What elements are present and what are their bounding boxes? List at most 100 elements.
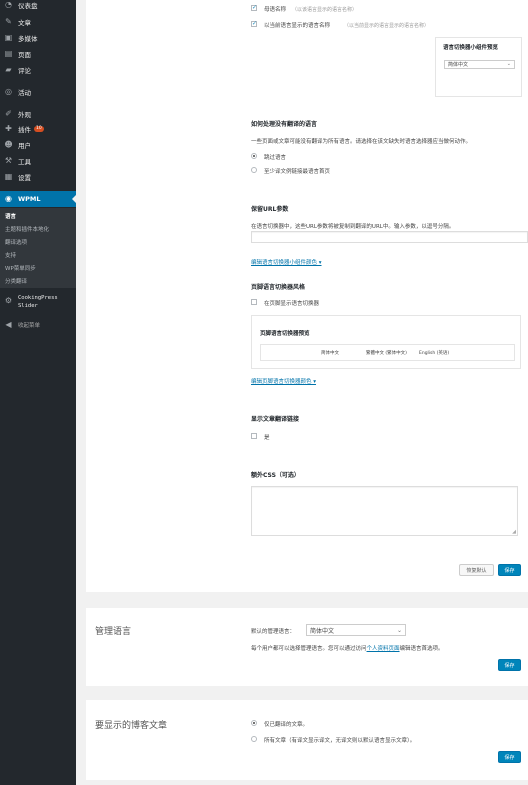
untranslated-description: 一些页面或文章可能没有翻译为所有语言。请选择在该文缺失时语言选择器应当做何动作。 bbox=[251, 139, 472, 145]
menu-plugins[interactable]: ✚ 插件 10 bbox=[0, 121, 76, 137]
menu-users[interactable]: ☻ 用户 bbox=[0, 137, 76, 153]
page-icon: ▤ bbox=[4, 49, 13, 58]
tools-icon: ⚒ bbox=[4, 156, 13, 165]
menu-appearance[interactable]: ✐ 外观 bbox=[0, 106, 76, 122]
save-button[interactable]: 保存 bbox=[498, 659, 521, 671]
save-button[interactable]: 保存 bbox=[498, 564, 521, 576]
widget-preview-title: 语言切换器小组件预览 bbox=[443, 45, 499, 51]
footer-switcher-checkbox[interactable] bbox=[251, 299, 257, 305]
wpml-submenu: 语言 主题和插件本地化 翻译选项 支持 WP菜单同步 分类翻译 bbox=[0, 208, 76, 288]
collapse-icon: ◀ bbox=[5, 320, 12, 329]
translated-only-label: 仅已翻译的文章。 bbox=[264, 722, 309, 728]
skip-language-radio[interactable] bbox=[251, 153, 257, 159]
language-switcher-options-panel: 母语名称 （以该语言显示的语言名称） 以当前语言显示的语言名称 （以当前显示的语… bbox=[86, 0, 528, 592]
menu-label: 插件 bbox=[18, 126, 31, 134]
menu-label: WPML bbox=[18, 195, 41, 203]
widget-language-select[interactable]: 简体中文 ⌄ bbox=[444, 60, 515, 69]
url-params-input[interactable] bbox=[251, 231, 528, 243]
skip-language-label: 跳过语言 bbox=[264, 155, 287, 161]
footer-preview-title: 页脚语言切换器预览 bbox=[260, 331, 310, 337]
resize-handle-icon[interactable]: ◢ bbox=[512, 529, 516, 535]
menu-wpml[interactable]: ◉ WPML bbox=[0, 191, 76, 207]
gear-icon: ⚙ bbox=[4, 295, 13, 305]
admin-language-panel: 管理语言 默认的管理语言： 简体中文 ⌄ 每个用户都可以选择管理语言。您可以通过… bbox=[86, 608, 528, 686]
translated-only-radio[interactable] bbox=[251, 720, 257, 726]
chevron-down-icon: ⌄ bbox=[506, 61, 511, 67]
post-links-checkbox[interactable] bbox=[251, 433, 257, 439]
menu-label: 多媒体 bbox=[18, 35, 38, 43]
display-name-label: 以当前语言显示的语言名称 bbox=[264, 23, 331, 29]
profile-page-link[interactable]: 个人资料页面 bbox=[367, 646, 400, 652]
url-params-description: 在语言切换器中，这些URL参数将被复制到翻译的URL中。输入参数，以逗号分隔。 bbox=[251, 224, 455, 230]
admin-language-label: 默认的管理语言： bbox=[251, 629, 296, 635]
native-name-hint: （以该语言显示的语言名称） bbox=[292, 7, 358, 13]
custom-css-section-title: 额外CSS（可选） bbox=[251, 472, 300, 479]
admin-language-select[interactable]: 简体中文 ⌄ bbox=[306, 624, 406, 636]
activity-icon: ◎ bbox=[5, 87, 12, 96]
footer-switcher-label: 在页脚显示语言切换器 bbox=[264, 301, 320, 307]
link-homepage-label: 至少译文例链接最语言首页 bbox=[264, 169, 331, 175]
untranslated-section-title: 如何处理没有翻译的语言 bbox=[251, 121, 318, 128]
display-name-checkbox[interactable] bbox=[251, 20, 257, 27]
menu-label: 活动 bbox=[18, 89, 31, 97]
settings-icon: ▦ bbox=[4, 172, 13, 181]
menu-label: 收起菜单 bbox=[18, 323, 41, 329]
pushpin-icon: ✎ bbox=[5, 17, 12, 26]
menu-comments[interactable]: ▰ 评论 bbox=[0, 62, 76, 78]
submenu-languages[interactable]: 语言 bbox=[5, 212, 16, 220]
blog-posts-heading: 要显示的博客文章 bbox=[95, 721, 168, 731]
menu-posts[interactable]: ✎ 文章 bbox=[0, 14, 76, 30]
footer-preview-box: 页脚语言切换器预览 简体中文 繁體中文 (繁体中文) English (英语) bbox=[251, 315, 521, 369]
edit-footer-colors-link[interactable]: 编辑页脚语言切换器颜色 ▾ bbox=[251, 377, 316, 385]
menu-label: 文章 bbox=[18, 19, 31, 27]
menu-label: 评论 bbox=[18, 67, 31, 75]
menu-label: 工具 bbox=[18, 158, 31, 166]
footer-lang-traditional[interactable]: 繁體中文 (繁体中文) bbox=[366, 350, 407, 356]
menu-label: 页面 bbox=[18, 51, 31, 59]
description-text: 编辑语言首选项。 bbox=[399, 646, 444, 652]
admin-language-description: 每个用户都可以选择管理语言。您可以通过访问个人资料页面编辑语言首选项。 bbox=[251, 644, 444, 652]
all-posts-radio[interactable] bbox=[251, 736, 257, 742]
save-button[interactable]: 保存 bbox=[498, 751, 521, 763]
menu-cookingpress-slider[interactable]: ⚙ CookingPress Slider bbox=[0, 294, 76, 316]
native-name-checkbox[interactable] bbox=[251, 4, 257, 11]
menu-settings[interactable]: ▦ 设置 bbox=[0, 169, 76, 185]
submenu-support[interactable]: 支持 bbox=[5, 251, 16, 259]
menu-tools[interactable]: ⚒ 工具 bbox=[0, 153, 76, 169]
comment-icon: ▰ bbox=[5, 65, 12, 74]
native-name-label: 母语名称 bbox=[264, 7, 287, 13]
menu-activity[interactable]: ◎ 活动 bbox=[0, 84, 76, 100]
current-menu-arrow bbox=[72, 195, 76, 203]
edit-widget-colors-link[interactable]: 编辑语言切换器小组件颜色 ▾ bbox=[251, 258, 322, 266]
footer-lang-simplified[interactable]: 简体中文 bbox=[321, 350, 339, 356]
dashboard-icon: ◔ bbox=[5, 0, 12, 9]
display-name-hint: （以当前显示的语言显示的语言名称） bbox=[344, 23, 430, 29]
submenu-taxonomy-translation[interactable]: 分类翻译 bbox=[5, 277, 27, 285]
submenu-theme-plugin-localization[interactable]: 主题和插件本地化 bbox=[5, 225, 49, 233]
menu-dashboard[interactable]: ◔ 仪表盘 bbox=[0, 0, 76, 13]
admin-sidebar: ◔ 仪表盘 ✎ 文章 ▣ 多媒体 ▤ 页面 ▰ 评论 ◎ 活动 ✐ 外观 ✚ 插… bbox=[0, 0, 76, 785]
link-homepage-radio[interactable] bbox=[251, 167, 257, 173]
wpml-icon: ◉ bbox=[5, 194, 12, 203]
select-value: 简体中文 bbox=[310, 627, 335, 635]
plugin-icon: ✚ bbox=[5, 124, 12, 133]
submenu-translation-options[interactable]: 翻译选项 bbox=[5, 238, 27, 246]
description-text: 每个用户都可以选择管理语言。您可以通过访问 bbox=[251, 646, 367, 652]
submenu-wp-menu-sync[interactable]: WP菜单同步 bbox=[5, 264, 36, 272]
media-icon: ▣ bbox=[4, 33, 13, 42]
menu-pages[interactable]: ▤ 页面 bbox=[0, 46, 76, 62]
footer-switcher-section-title: 页脚语言切换器风格 bbox=[251, 284, 306, 291]
chevron-down-icon: ⌄ bbox=[396, 627, 402, 634]
footer-lang-english[interactable]: English (英语) bbox=[419, 350, 449, 356]
collapse-menu-button[interactable]: ◀ 收起菜单 bbox=[0, 317, 76, 333]
menu-label-line: Slider bbox=[18, 303, 38, 309]
blog-posts-panel: 要显示的博客文章 仅已翻译的文章。 所有文章（有译文显示译文，无译文则以默认语言… bbox=[86, 700, 528, 780]
menu-label-multiline: CookingPress Slider bbox=[18, 294, 58, 310]
custom-css-textarea[interactable]: ◢ bbox=[251, 486, 518, 536]
restore-default-button[interactable]: 恢复默认 bbox=[459, 564, 494, 576]
menu-label: 仪表盘 bbox=[18, 2, 38, 10]
menu-label: 设置 bbox=[18, 174, 31, 182]
users-icon: ☻ bbox=[4, 140, 13, 149]
menu-media[interactable]: ▣ 多媒体 bbox=[0, 30, 76, 46]
post-links-label: 是 bbox=[264, 435, 270, 441]
